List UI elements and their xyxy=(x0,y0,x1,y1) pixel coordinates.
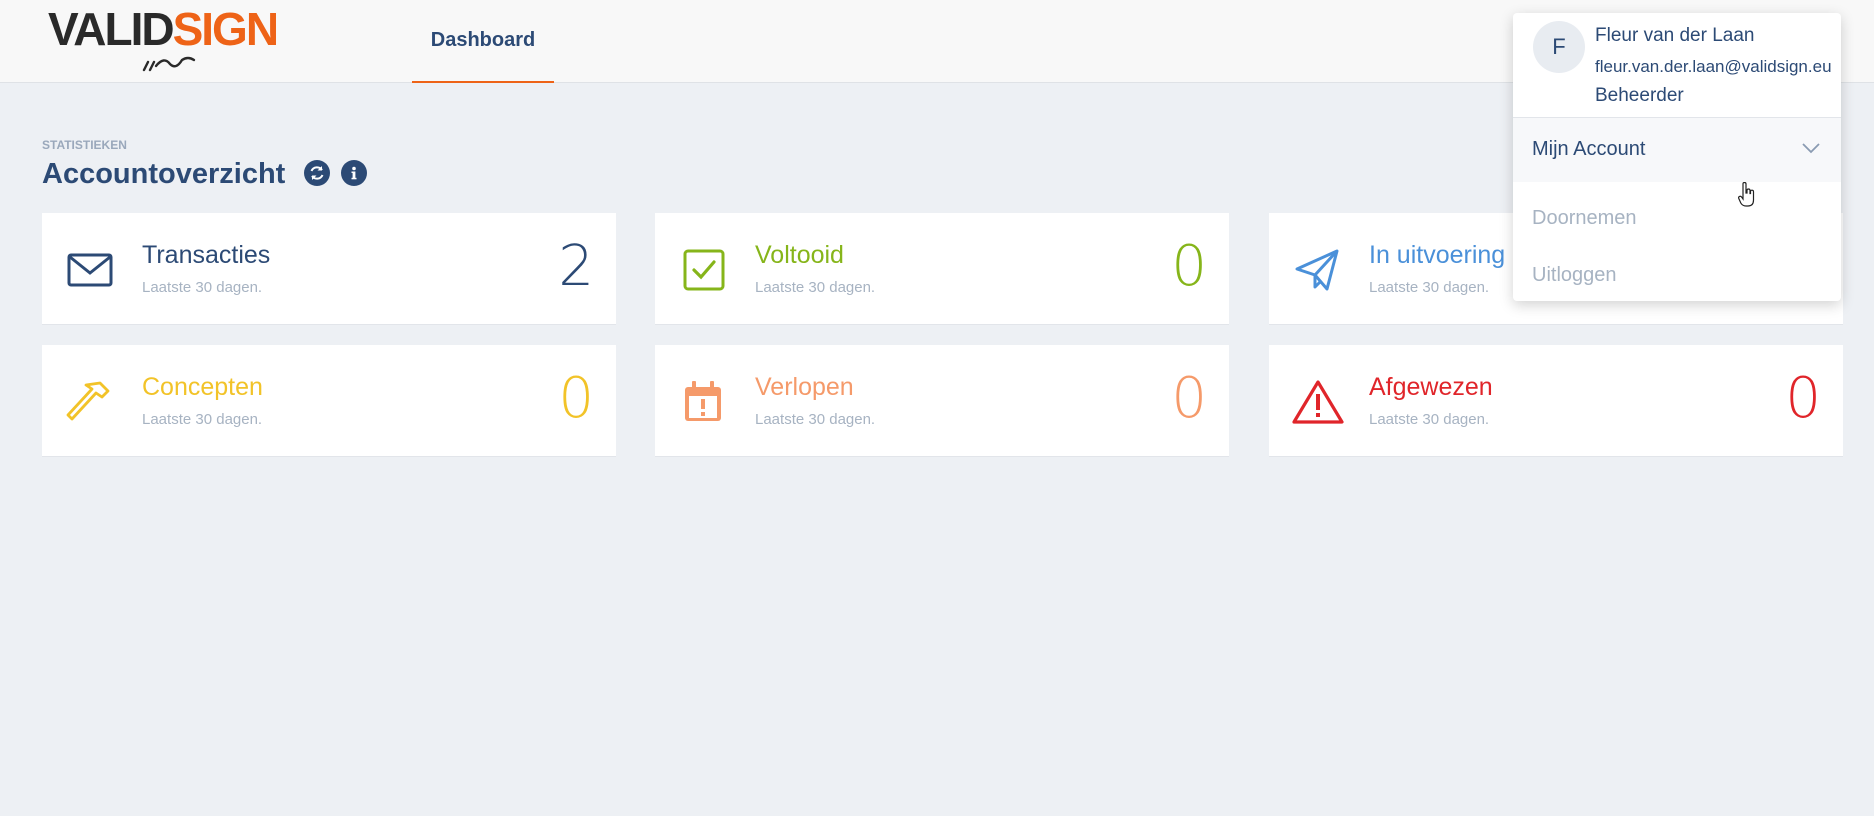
card-count: 0 xyxy=(558,366,594,431)
paper-plane-icon xyxy=(1295,249,1339,291)
logo-accent-text: SIGN xyxy=(172,3,279,55)
card-subtitle: Laatste 30 dagen. xyxy=(1369,279,1490,296)
menu-item-uitloggen[interactable]: Uitloggen xyxy=(1532,264,1617,287)
refresh-icon[interactable] xyxy=(304,160,330,186)
hammer-icon xyxy=(66,381,110,421)
card-afgewezen[interactable]: Afgewezen Laatste 30 dagen. 0 xyxy=(1269,345,1843,457)
validsign-logo[interactable]: VALIDSIGN xyxy=(48,4,288,74)
user-email: fleur.van.der.laan@validsign.eu xyxy=(1595,57,1832,76)
card-title: Voltooid xyxy=(755,241,844,269)
menu-item-label: Mijn Account xyxy=(1532,138,1646,160)
card-subtitle: Laatste 30 dagen. xyxy=(755,279,876,296)
card-verlopen[interactable]: Verlopen Laatste 30 dagen. 0 xyxy=(655,345,1229,457)
card-transacties[interactable]: Transacties Laatste 30 dagen. 2 xyxy=(42,213,616,325)
user-role: Beheerder xyxy=(1595,85,1684,106)
card-voltooid[interactable]: Voltooid Laatste 30 dagen. 0 xyxy=(655,213,1229,325)
hand-cursor-icon xyxy=(1738,182,1755,207)
checkbox-icon xyxy=(683,249,725,291)
logo-primary-text: VALID xyxy=(48,3,175,55)
card-count: 0 xyxy=(1785,366,1821,431)
card-count: 2 xyxy=(558,234,594,299)
signature-swoosh-icon xyxy=(142,56,196,72)
section-kicker: STATISTIEKEN xyxy=(42,138,127,152)
menu-item-doornemen[interactable]: Doornemen xyxy=(1532,207,1637,230)
card-title: Verlopen xyxy=(755,373,854,401)
card-subtitle: Laatste 30 dagen. xyxy=(1369,411,1490,428)
envelope-icon xyxy=(67,253,113,287)
tab-dashboard[interactable]: Dashboard xyxy=(412,0,554,83)
card-count: 0 xyxy=(1171,234,1207,299)
card-title: Afgewezen xyxy=(1369,373,1493,401)
card-subtitle: Laatste 30 dagen. xyxy=(755,411,876,428)
user-dropdown-menu: F Fleur van der Laan fleur.van.der.laan@… xyxy=(1513,13,1841,301)
card-title: In uitvoering xyxy=(1369,241,1506,269)
menu-item-mijn-account[interactable]: Mijn Account xyxy=(1513,118,1841,182)
card-title: Transacties xyxy=(142,241,271,269)
page-title: Accountoverzicht xyxy=(42,158,286,190)
user-name: Fleur van der Laan xyxy=(1595,25,1755,46)
avatar: F xyxy=(1533,21,1585,73)
card-title: Concepten xyxy=(142,373,263,401)
card-subtitle: Laatste 30 dagen. xyxy=(142,279,263,296)
card-subtitle: Laatste 30 dagen. xyxy=(142,411,263,428)
warning-triangle-icon xyxy=(1292,380,1344,424)
info-icon[interactable] xyxy=(341,160,367,186)
card-count: 0 xyxy=(1171,366,1207,431)
card-concepten[interactable]: Concepten Laatste 30 dagen. 0 xyxy=(42,345,616,457)
chevron-down-icon xyxy=(1802,143,1820,154)
calendar-alert-icon xyxy=(685,381,721,421)
